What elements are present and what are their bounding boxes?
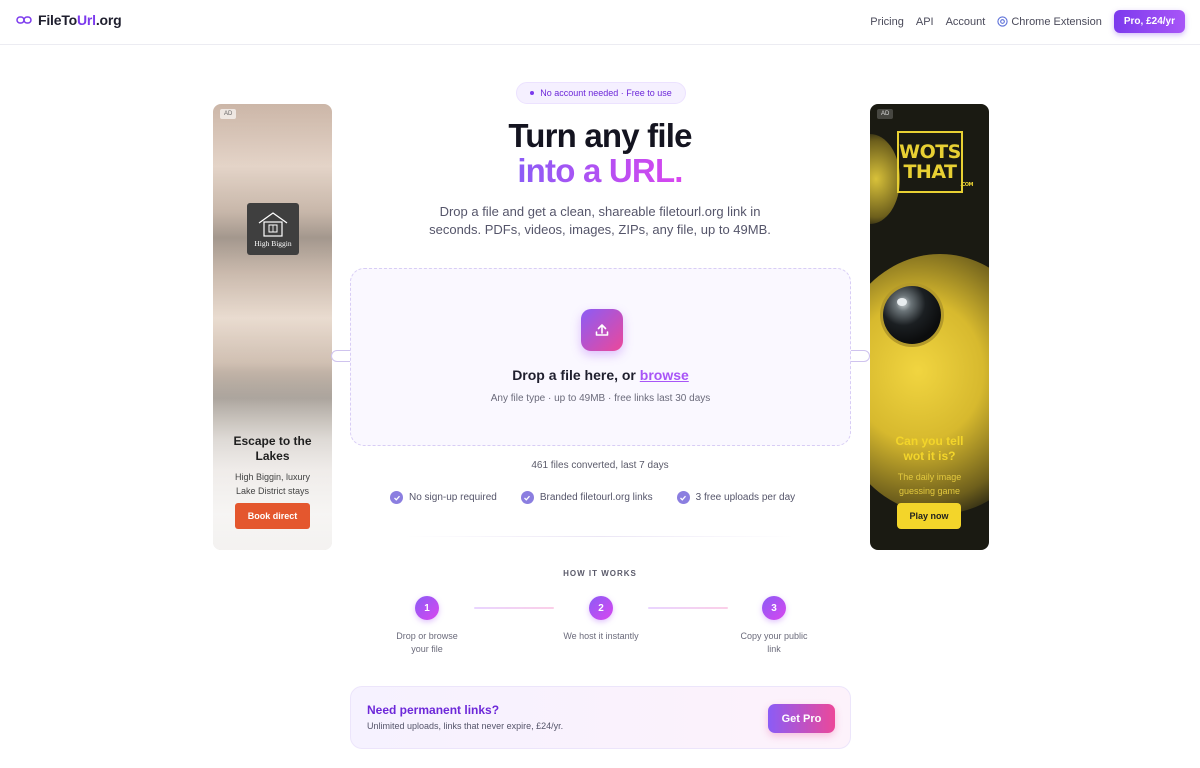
check-icon	[520, 491, 534, 504]
cta-subtitle: Unlimited uploads, links that never expi…	[367, 721, 564, 731]
check-icon	[390, 491, 403, 504]
step-3-text: Copy your public link	[740, 631, 808, 654]
house-icon	[258, 211, 288, 237]
cta-title: Need permanent links?	[367, 703, 500, 717]
step-connector	[474, 607, 554, 609]
logo[interactable]: FileToUrl.org	[16, 12, 122, 28]
dropzone-title: Drop a file here, or browse	[512, 367, 689, 383]
eye-graphic	[883, 286, 941, 344]
chrome-icon	[997, 16, 1008, 27]
ad-left-description: High Biggin, luxury Lake District stays	[234, 472, 311, 496]
feature-item: No sign-up required	[390, 491, 497, 504]
hero-title-line1: Turn any file	[508, 117, 692, 154]
main-nav: Pricing API Account Chrome Extension Pro…	[870, 10, 1185, 33]
play-now-button[interactable]: Play now	[897, 503, 961, 529]
step-1-text: Drop or browse your file	[396, 631, 458, 654]
dot-icon	[530, 91, 535, 95]
pro-upsell-card: Need permanent links? Unlimited uploads,…	[350, 686, 851, 749]
step-3-number: 3	[762, 596, 786, 620]
ad-left-brand: High Biggin	[254, 238, 292, 248]
top-header: FileToUrl.org Pricing API Account Chrome…	[0, 0, 1200, 45]
nav-api[interactable]: API	[916, 16, 934, 28]
ad-right-description: The daily image guessing game	[897, 472, 962, 496]
browse-link[interactable]: browse	[640, 367, 689, 383]
house-logo: High Biggin	[247, 203, 299, 255]
hero-subtitle: Drop a file and get a clean, shareable f…	[429, 204, 771, 237]
book-direct-button[interactable]: Book direct	[235, 503, 310, 529]
pro-button[interactable]: Pro, £24/yr	[1113, 10, 1185, 33]
hero-title-line2: into a URL.	[517, 152, 683, 189]
conversion-stats: 461 files converted, last 7 days	[531, 460, 669, 471]
nav-pricing[interactable]: Pricing	[870, 16, 904, 28]
feature-item: 3 free uploads per day	[676, 491, 795, 504]
badge-text: No account needed · Free to use	[540, 88, 672, 98]
step-connector	[648, 607, 728, 609]
step-1-number: 1	[415, 596, 439, 620]
logo-text: FileToUrl.org	[38, 12, 122, 28]
step-2-number: 2	[589, 596, 613, 620]
nav-chrome-extension[interactable]: Chrome Extension	[997, 16, 1102, 28]
file-dropzone[interactable]: Drop a file here, or browse Any file typ…	[350, 268, 851, 446]
free-badge: No account needed · Free to use	[516, 82, 686, 104]
upload-icon	[581, 309, 623, 351]
feature-list: No sign-up required Branded filetourl.or…	[390, 491, 795, 504]
how-it-works-heading: HOW IT WORKS	[563, 569, 637, 578]
get-pro-button[interactable]: Get Pro	[768, 704, 835, 733]
nav-account[interactable]: Account	[946, 16, 986, 28]
link-icon	[16, 16, 32, 24]
feature-item: Branded filetourl.org links	[520, 491, 653, 504]
dropzone-subtext: Any file type · up to 49MB · free links …	[490, 393, 711, 404]
section-divider	[405, 536, 795, 537]
step-2-text: We host it instantly	[563, 631, 639, 641]
check-icon	[676, 491, 690, 504]
chrome-extension-label: Chrome Extension	[1011, 15, 1102, 28]
